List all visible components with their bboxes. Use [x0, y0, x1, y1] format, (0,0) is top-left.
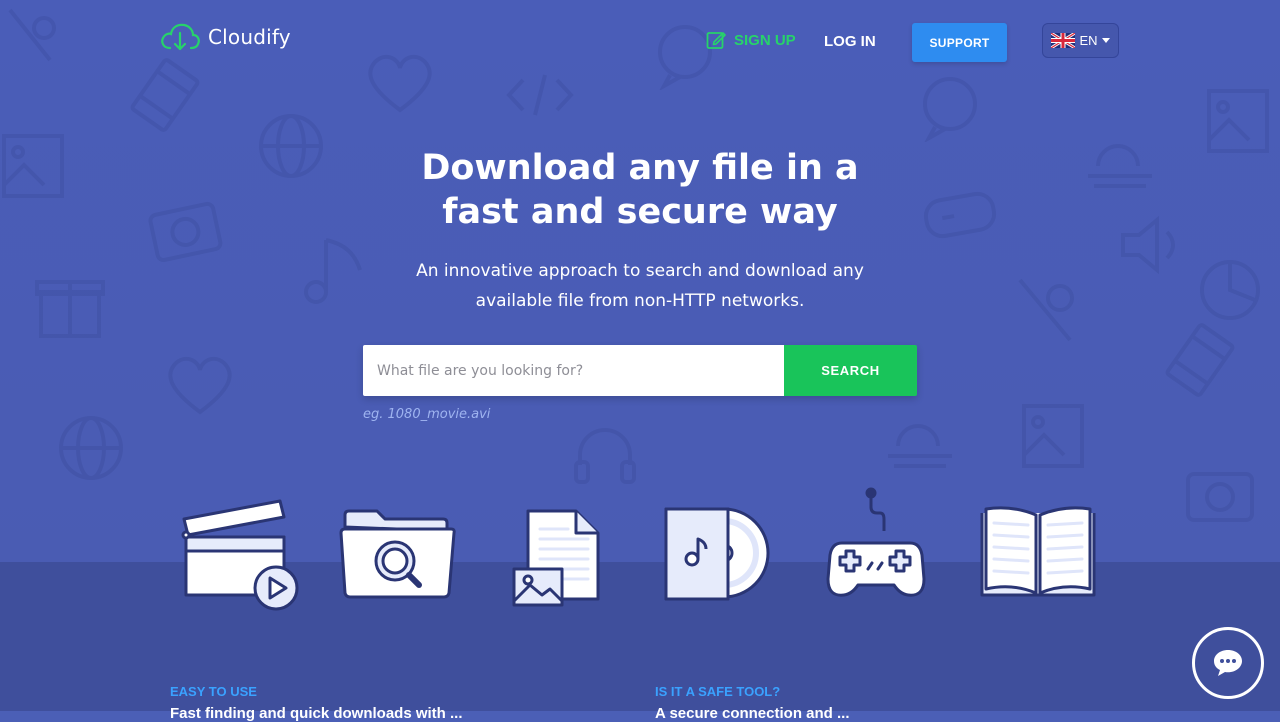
heart-icon: [368, 54, 432, 113]
login-link[interactable]: LOG IN: [824, 33, 876, 50]
heart-icon-2: [168, 356, 232, 415]
image-icon-3: [1022, 404, 1084, 468]
signup-link[interactable]: SIGN UP: [706, 30, 796, 50]
hero-subtitle-line-1: An innovative approach to search and dow…: [416, 261, 864, 281]
hero-title-line-1: Download any file in a: [421, 148, 859, 188]
search-hint: eg. 1080_movie.avi: [363, 407, 491, 422]
support-button[interactable]: SUPPORT: [912, 23, 1007, 62]
speaker-icon: [1121, 215, 1175, 275]
open-book-icon[interactable]: [978, 505, 1098, 600]
code-icon: [506, 74, 574, 116]
logo[interactable]: Cloudify: [160, 22, 291, 52]
section-label-safe: IS IT A SAFE TOOL?: [655, 684, 781, 699]
language-selector[interactable]: EN: [1042, 23, 1119, 58]
chat-widget-button[interactable]: [1192, 627, 1264, 699]
edit-icon: [706, 32, 726, 49]
cloud-download-icon: [161, 23, 200, 51]
image-icon-2: [1207, 89, 1269, 153]
pin-icon-2: [1018, 278, 1074, 342]
headphones-icon: [574, 428, 636, 484]
search-button[interactable]: SEARCH: [784, 345, 917, 396]
section-label-easy: EASY TO USE: [170, 684, 257, 699]
section-text-easy: Fast finding and quick downloads with ..…: [170, 705, 463, 722]
brand-name: Cloudify: [208, 25, 291, 49]
document-image-icon[interactable]: [510, 507, 605, 612]
hero-title-line-2: fast and secure way: [442, 192, 838, 232]
film-icon-2: [1165, 323, 1235, 397]
search-input[interactable]: [363, 345, 784, 396]
pin-icon: [8, 8, 56, 62]
uk-flag-icon: [1051, 33, 1076, 48]
globe-icon: [259, 114, 323, 178]
chat-bubble-icon: [1214, 650, 1242, 676]
film-icon: [130, 58, 200, 132]
search-bar: SEARCH: [363, 345, 917, 396]
camera-icon-2: [1186, 472, 1254, 522]
hero-subtitle: An innovative approach to search and dow…: [340, 256, 940, 316]
weather-icon: [1088, 144, 1152, 188]
chat-bg-icon-2: [923, 77, 977, 142]
folder-search-icon[interactable]: [337, 507, 459, 602]
hero-subtitle-line-2: available file from non-HTTP networks.: [475, 291, 805, 311]
language-label: EN: [1079, 33, 1098, 48]
gamepad-icon[interactable]: [824, 487, 928, 603]
section-text-safe: A secure connection and ...: [655, 705, 850, 722]
image-icon: [2, 134, 64, 198]
chart-bg-icon: [1200, 260, 1260, 320]
movie-clapper-icon[interactable]: [180, 497, 302, 612]
music-disc-icon[interactable]: [662, 505, 774, 605]
hero-title: Download any file in a fast and secure w…: [340, 146, 940, 234]
camera-icon: [148, 201, 223, 262]
globe-icon-2: [59, 416, 123, 480]
weather-icon-2: [888, 424, 952, 468]
gift-icon: [35, 280, 105, 338]
signup-label: SIGN UP: [734, 31, 796, 49]
caret-down-icon: [1101, 38, 1110, 43]
